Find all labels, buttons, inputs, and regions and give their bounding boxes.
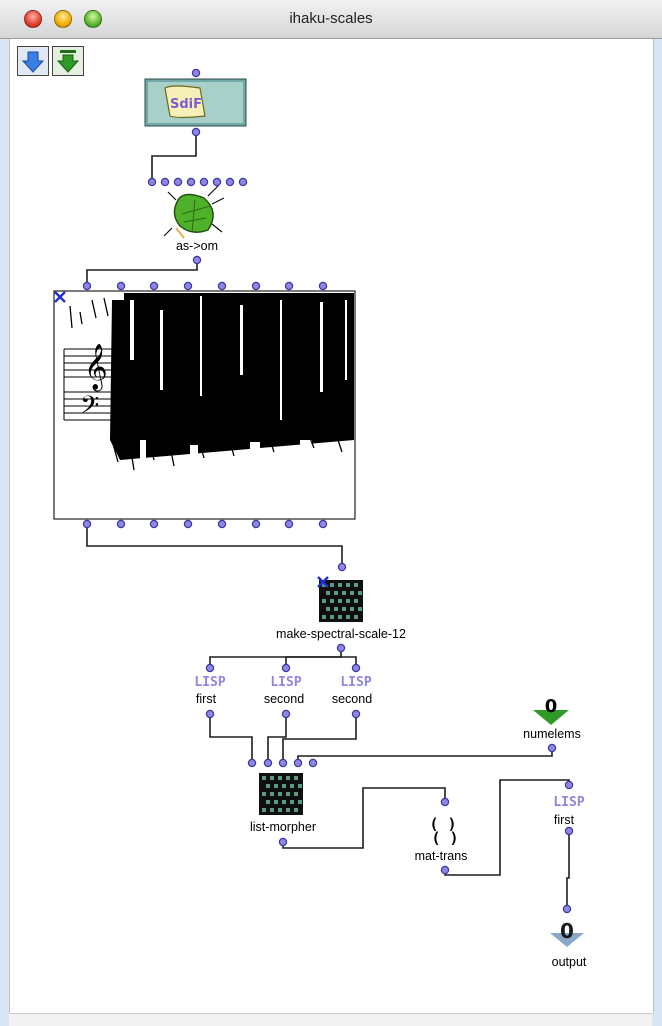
lisp-icon-first-2[interactable]: LISP	[553, 795, 584, 810]
lisp-icon-first[interactable]: LISP	[194, 675, 225, 690]
svg-text:𝄞: 𝄞	[84, 344, 108, 392]
numelems-value: 0	[545, 696, 558, 717]
list-morpher-label: list-morpher	[250, 820, 316, 834]
output-value: 0	[560, 919, 574, 943]
lisp-icon-second-2[interactable]: LISP	[340, 675, 371, 690]
chord-seq-box[interactable]: 𝄞 𝄢	[53, 290, 356, 520]
patch-window: ihaku-scales SdiF 𝄞 𝄢 () () 0 0 as->om…	[0, 0, 662, 1026]
output-label: output	[551, 955, 587, 969]
blue-output-arrow-icon[interactable]: 0	[550, 919, 584, 947]
second-label-2: second	[331, 692, 373, 706]
bracket-matrix-icon[interactable]: ( ) ( )	[429, 815, 458, 847]
grid-patch-icon[interactable]	[317, 576, 363, 622]
sdif-box[interactable]: SdiF	[144, 78, 247, 127]
make-spectral-scale-label: make-spectral-scale-12	[276, 627, 406, 641]
as-om-label: as->om	[175, 239, 219, 253]
green-leaf-bug-icon[interactable]	[163, 185, 225, 239]
patch-graphics: SdiF 𝄞 𝄢 () () 0 0	[53, 68, 584, 947]
svg-text:𝄢: 𝄢	[80, 391, 99, 426]
numelems-label: numelems	[523, 727, 581, 741]
svg-text:( ): ( )	[431, 829, 458, 847]
second-label: second	[263, 692, 305, 706]
sdif-badge-text: SdiF	[170, 97, 202, 112]
connections	[86, 132, 570, 909]
green-input-arrow-icon[interactable]: 0	[533, 696, 569, 725]
first-label-2: first	[553, 813, 575, 827]
first-label: first	[195, 692, 217, 706]
list-morpher-grid-icon[interactable]	[259, 773, 303, 815]
mat-trans-label: mat-trans	[414, 849, 468, 863]
lisp-icon-second[interactable]: LISP	[270, 675, 301, 690]
